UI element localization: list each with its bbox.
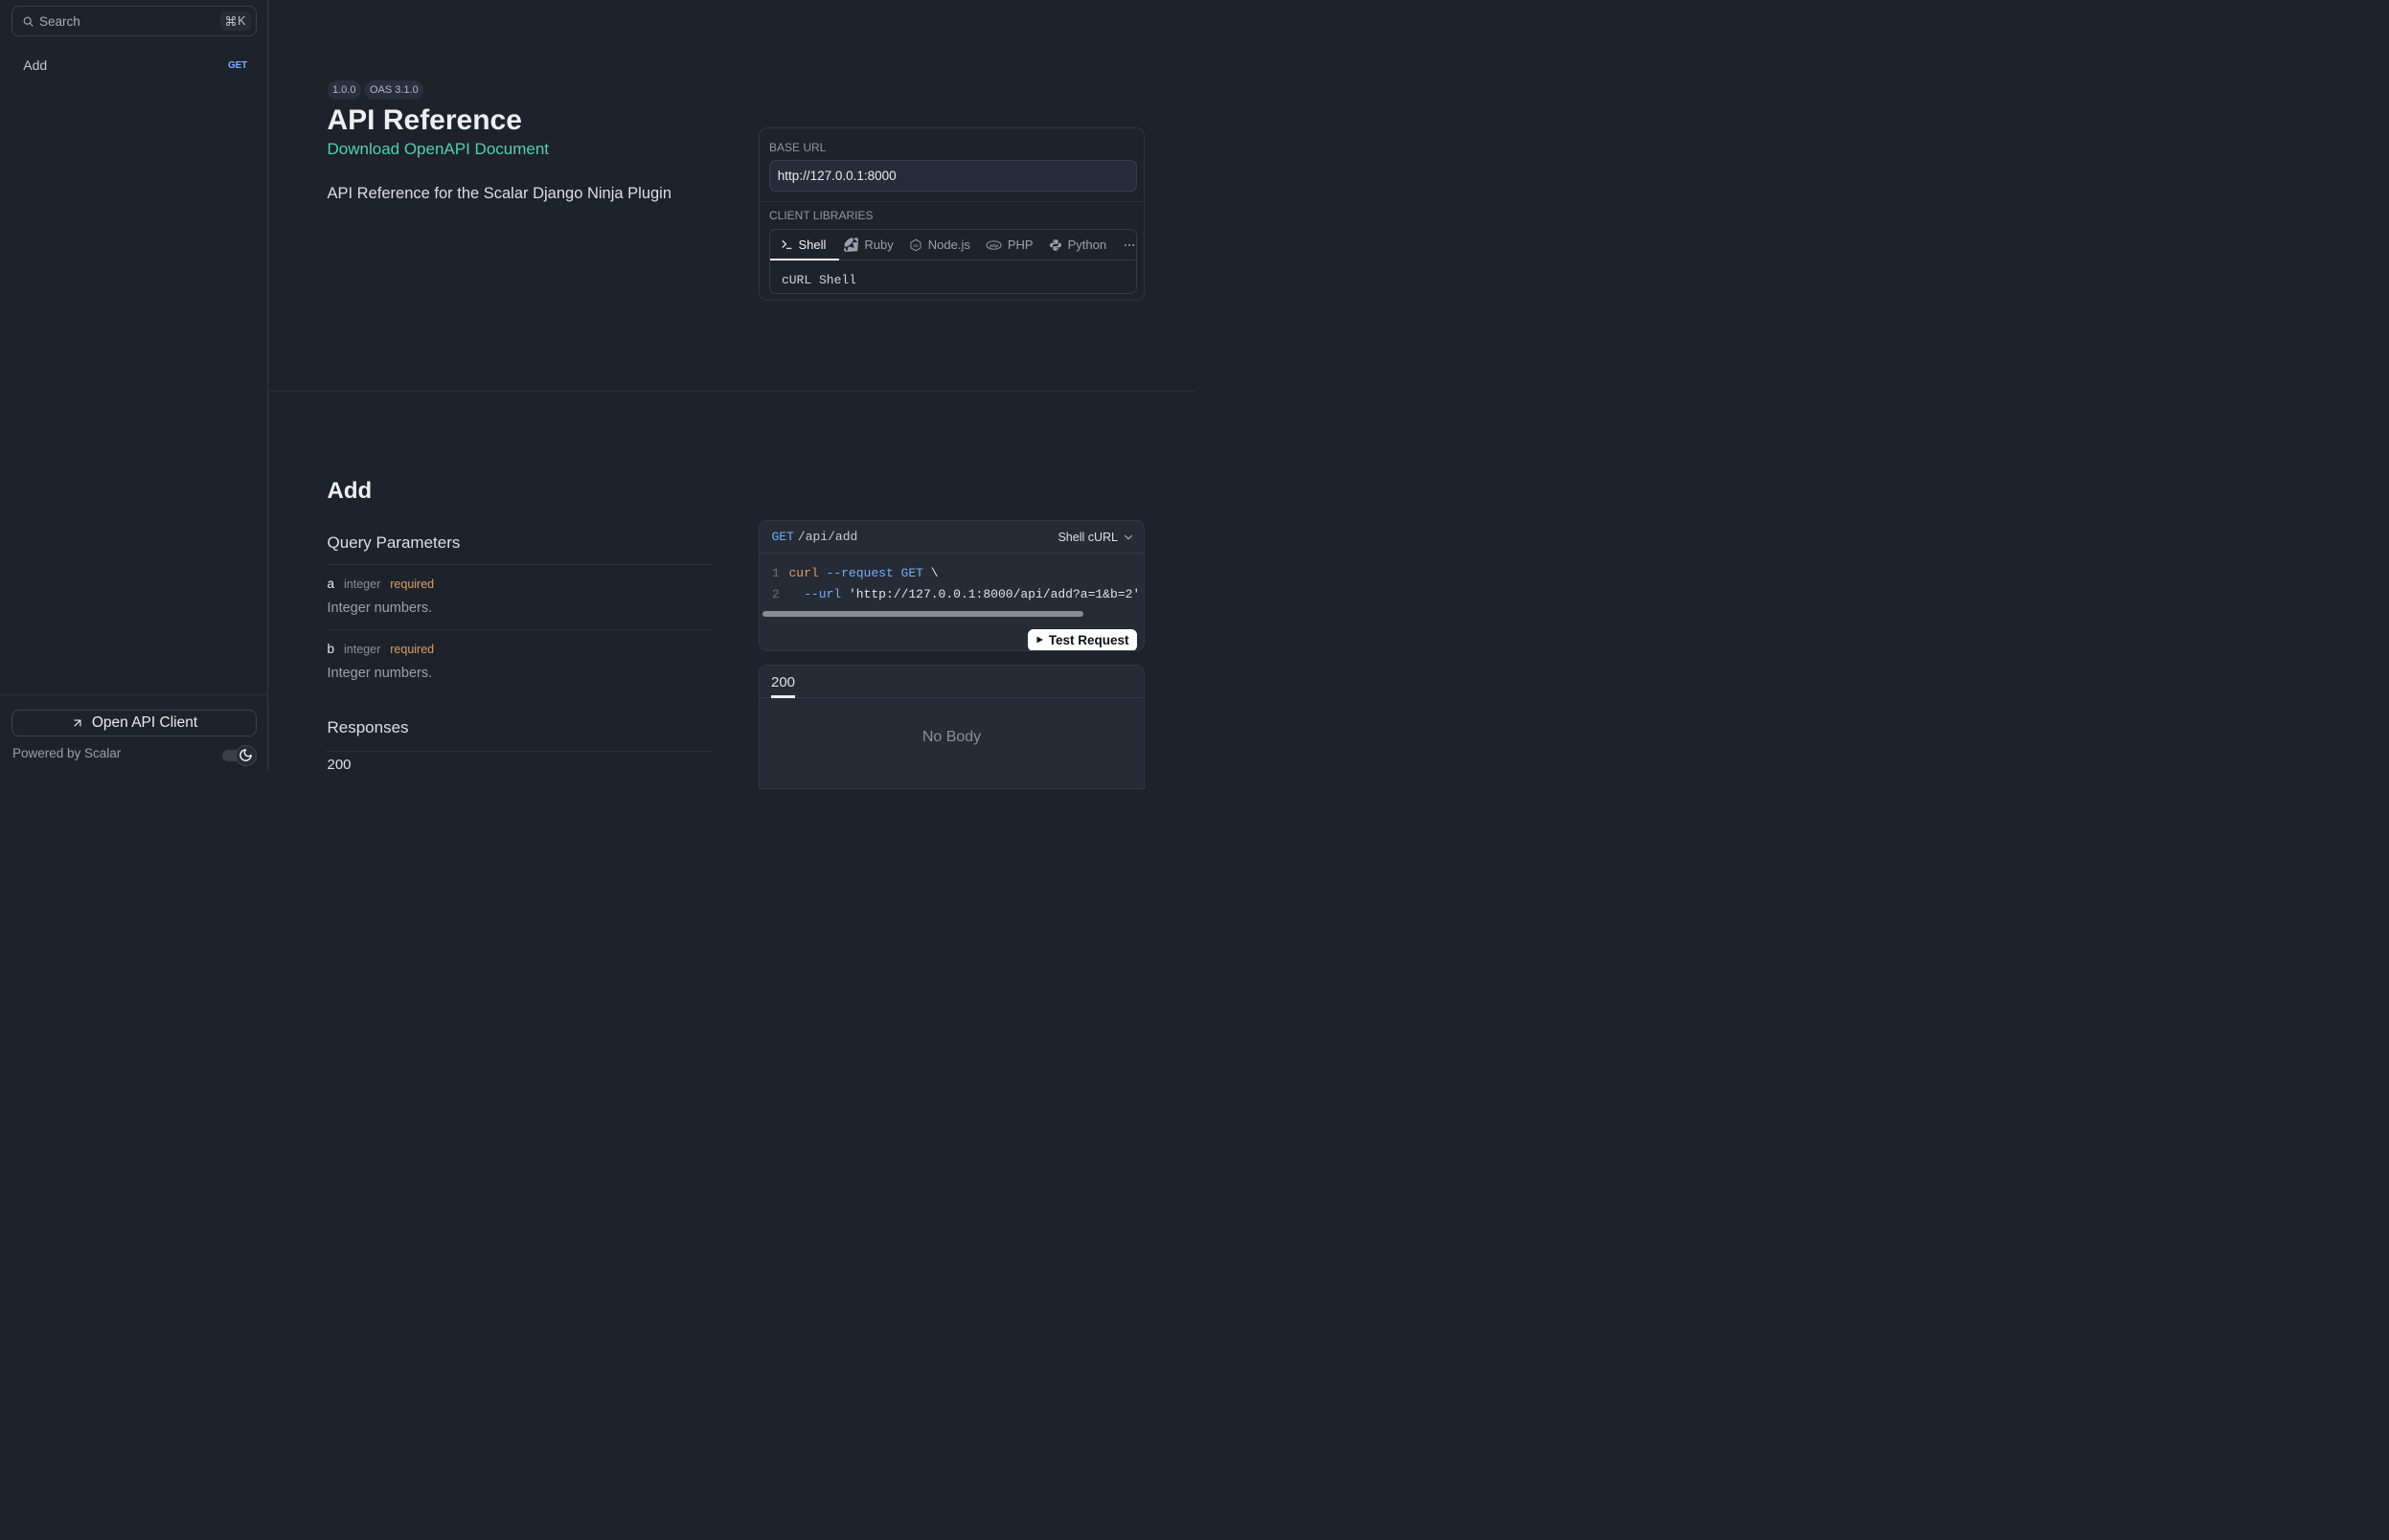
svg-text:JS: JS (913, 243, 918, 248)
svg-text:php: php (989, 242, 998, 248)
